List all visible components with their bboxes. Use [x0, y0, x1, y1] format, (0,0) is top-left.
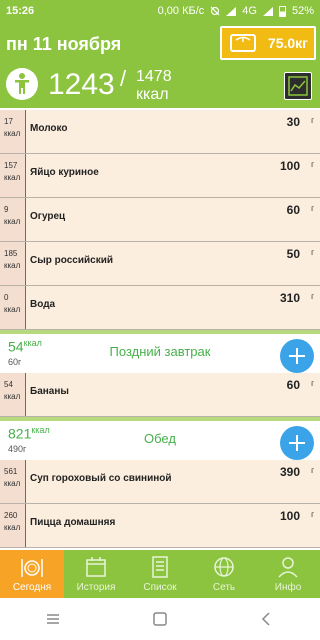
list-icon: [152, 556, 168, 578]
weight-value: 75.0кг: [267, 35, 308, 51]
plate-icon: [21, 559, 43, 577]
signal-icon: [226, 6, 237, 16]
food-entry-row[interactable]: 9 ккал Огурец 60 г: [0, 198, 320, 242]
entry-unit: г: [311, 248, 314, 257]
scale-icon: [230, 34, 256, 52]
entry-name: Яйцо куриное: [30, 167, 99, 178]
tab-today[interactable]: Сегодня: [0, 550, 64, 598]
food-entry-row[interactable]: 561 ккал Суп гороховый со свининой 390 г: [0, 460, 320, 504]
calendar-icon: [86, 557, 106, 577]
entry-unit: г: [311, 160, 314, 169]
person-icon: [278, 557, 298, 578]
battery-icon: [278, 5, 286, 17]
entry-unit: г: [311, 510, 314, 519]
status-time: 15:26: [6, 5, 35, 17]
entry-unit: г: [311, 116, 314, 125]
entry-amount: 100: [279, 509, 300, 523]
globe-icon: [214, 557, 234, 577]
tab-label: Сеть: [212, 582, 236, 593]
entry-kcal: 9 ккал: [0, 198, 26, 241]
bottom-tab-bar: Сегодня История Список Сеть Инфо: [0, 550, 320, 598]
entry-unit: г: [311, 466, 314, 475]
entry-amount: 30: [286, 115, 300, 129]
entry-unit: г: [311, 379, 314, 388]
app-header: пн 11 ноября 75.0кг: [0, 22, 320, 66]
food-entry-row[interactable]: 185 ккал Сыр российский 50 г: [0, 242, 320, 286]
entry-kcal: 260 ккал: [0, 504, 26, 547]
chart-icon: [288, 76, 308, 96]
food-diary-list[interactable]: 17 ккал Молоко 30 г 157 ккал Яйцо куриное …: [0, 110, 320, 550]
meal-name: Обед: [144, 431, 176, 446]
status-battery: 52%: [291, 5, 314, 17]
eaten-calories: 1243: [48, 68, 115, 101]
entry-amount: 310: [279, 291, 300, 305]
tab-label: Сегодня: [12, 582, 52, 593]
meal-header-lunch[interactable]: 821ккал 490г Обед: [0, 417, 320, 460]
entry-name: Огурец: [30, 211, 66, 222]
entry-kcal: 185 ккал: [0, 242, 26, 285]
entry-name: Бананы: [30, 386, 69, 397]
meal-header-late-breakfast[interactable]: 54ккал 60г Поздний завтрак: [0, 330, 320, 373]
food-entry-row[interactable]: 260 ккал Пицца домашняя 100 г: [0, 504, 320, 548]
goal-calories: 1478: [136, 68, 172, 85]
home-icon[interactable]: [152, 611, 168, 627]
entry-name: Вода: [30, 299, 56, 310]
tab-label: История: [76, 582, 116, 593]
entry-amount: 100: [279, 159, 300, 173]
tab-list[interactable]: Список: [128, 550, 192, 598]
tab-network[interactable]: Сеть: [192, 550, 256, 598]
activity-person-icon[interactable]: [6, 68, 38, 100]
entry-unit: г: [311, 292, 314, 301]
entry-kcal: 0 ккал: [0, 286, 26, 329]
status-speed: 0,00 КБ/с: [157, 5, 205, 17]
date-title[interactable]: пн 11 ноября: [6, 34, 121, 55]
food-entry-row[interactable]: 54 ккал Бананы 60 г: [0, 373, 320, 417]
tab-label: Инфо: [274, 582, 302, 593]
entry-unit: г: [311, 204, 314, 213]
meal-name: Поздний завтрак: [109, 344, 211, 359]
food-entry-row[interactable]: 17 ккал Молоко 30 г: [0, 110, 320, 154]
stats-chart-button[interactable]: [284, 72, 312, 100]
weight-button[interactable]: 75.0кг: [220, 26, 316, 60]
back-icon[interactable]: [259, 611, 275, 627]
entry-kcal: 157 ккал: [0, 154, 26, 197]
entry-kcal: 17 ккал: [0, 110, 26, 153]
calories-separator: /: [120, 66, 127, 91]
entry-amount: 60: [286, 203, 300, 217]
tab-info[interactable]: Инфо: [256, 550, 320, 598]
entry-name: Сыр российский: [30, 255, 114, 266]
tab-label: Список: [143, 582, 177, 593]
status-bar: 15:26 0,00 КБ/с 4G 52%: [0, 0, 320, 22]
recent-apps-icon[interactable]: [45, 611, 61, 627]
entry-kcal: 561 ккал: [0, 460, 26, 503]
entry-name: Молоко: [30, 123, 68, 134]
status-network: 4G: [242, 5, 257, 17]
food-entry-row[interactable]: 0 ккал Вода 310 г: [0, 286, 320, 330]
entry-amount: 390: [279, 465, 300, 479]
food-entry-row[interactable]: 157 ккал Яйцо куриное 100 г: [0, 154, 320, 198]
goal-unit: ккал: [136, 86, 169, 103]
signal-icon-2: [262, 6, 273, 16]
entry-amount: 60: [286, 378, 300, 392]
add-food-button[interactable]: [280, 339, 314, 373]
tab-history[interactable]: История: [64, 550, 128, 598]
entry-amount: 50: [286, 247, 300, 261]
entry-kcal: 54 ккал: [0, 373, 26, 416]
calorie-summary: 1243 / 1478 ккал: [0, 66, 320, 108]
entry-name: Суп гороховый со свининой: [30, 473, 172, 484]
alarm-off-icon: [210, 6, 220, 16]
add-food-button[interactable]: [280, 426, 314, 460]
system-nav-bar: [0, 598, 320, 640]
entry-name: Пицца домашняя: [30, 517, 116, 528]
